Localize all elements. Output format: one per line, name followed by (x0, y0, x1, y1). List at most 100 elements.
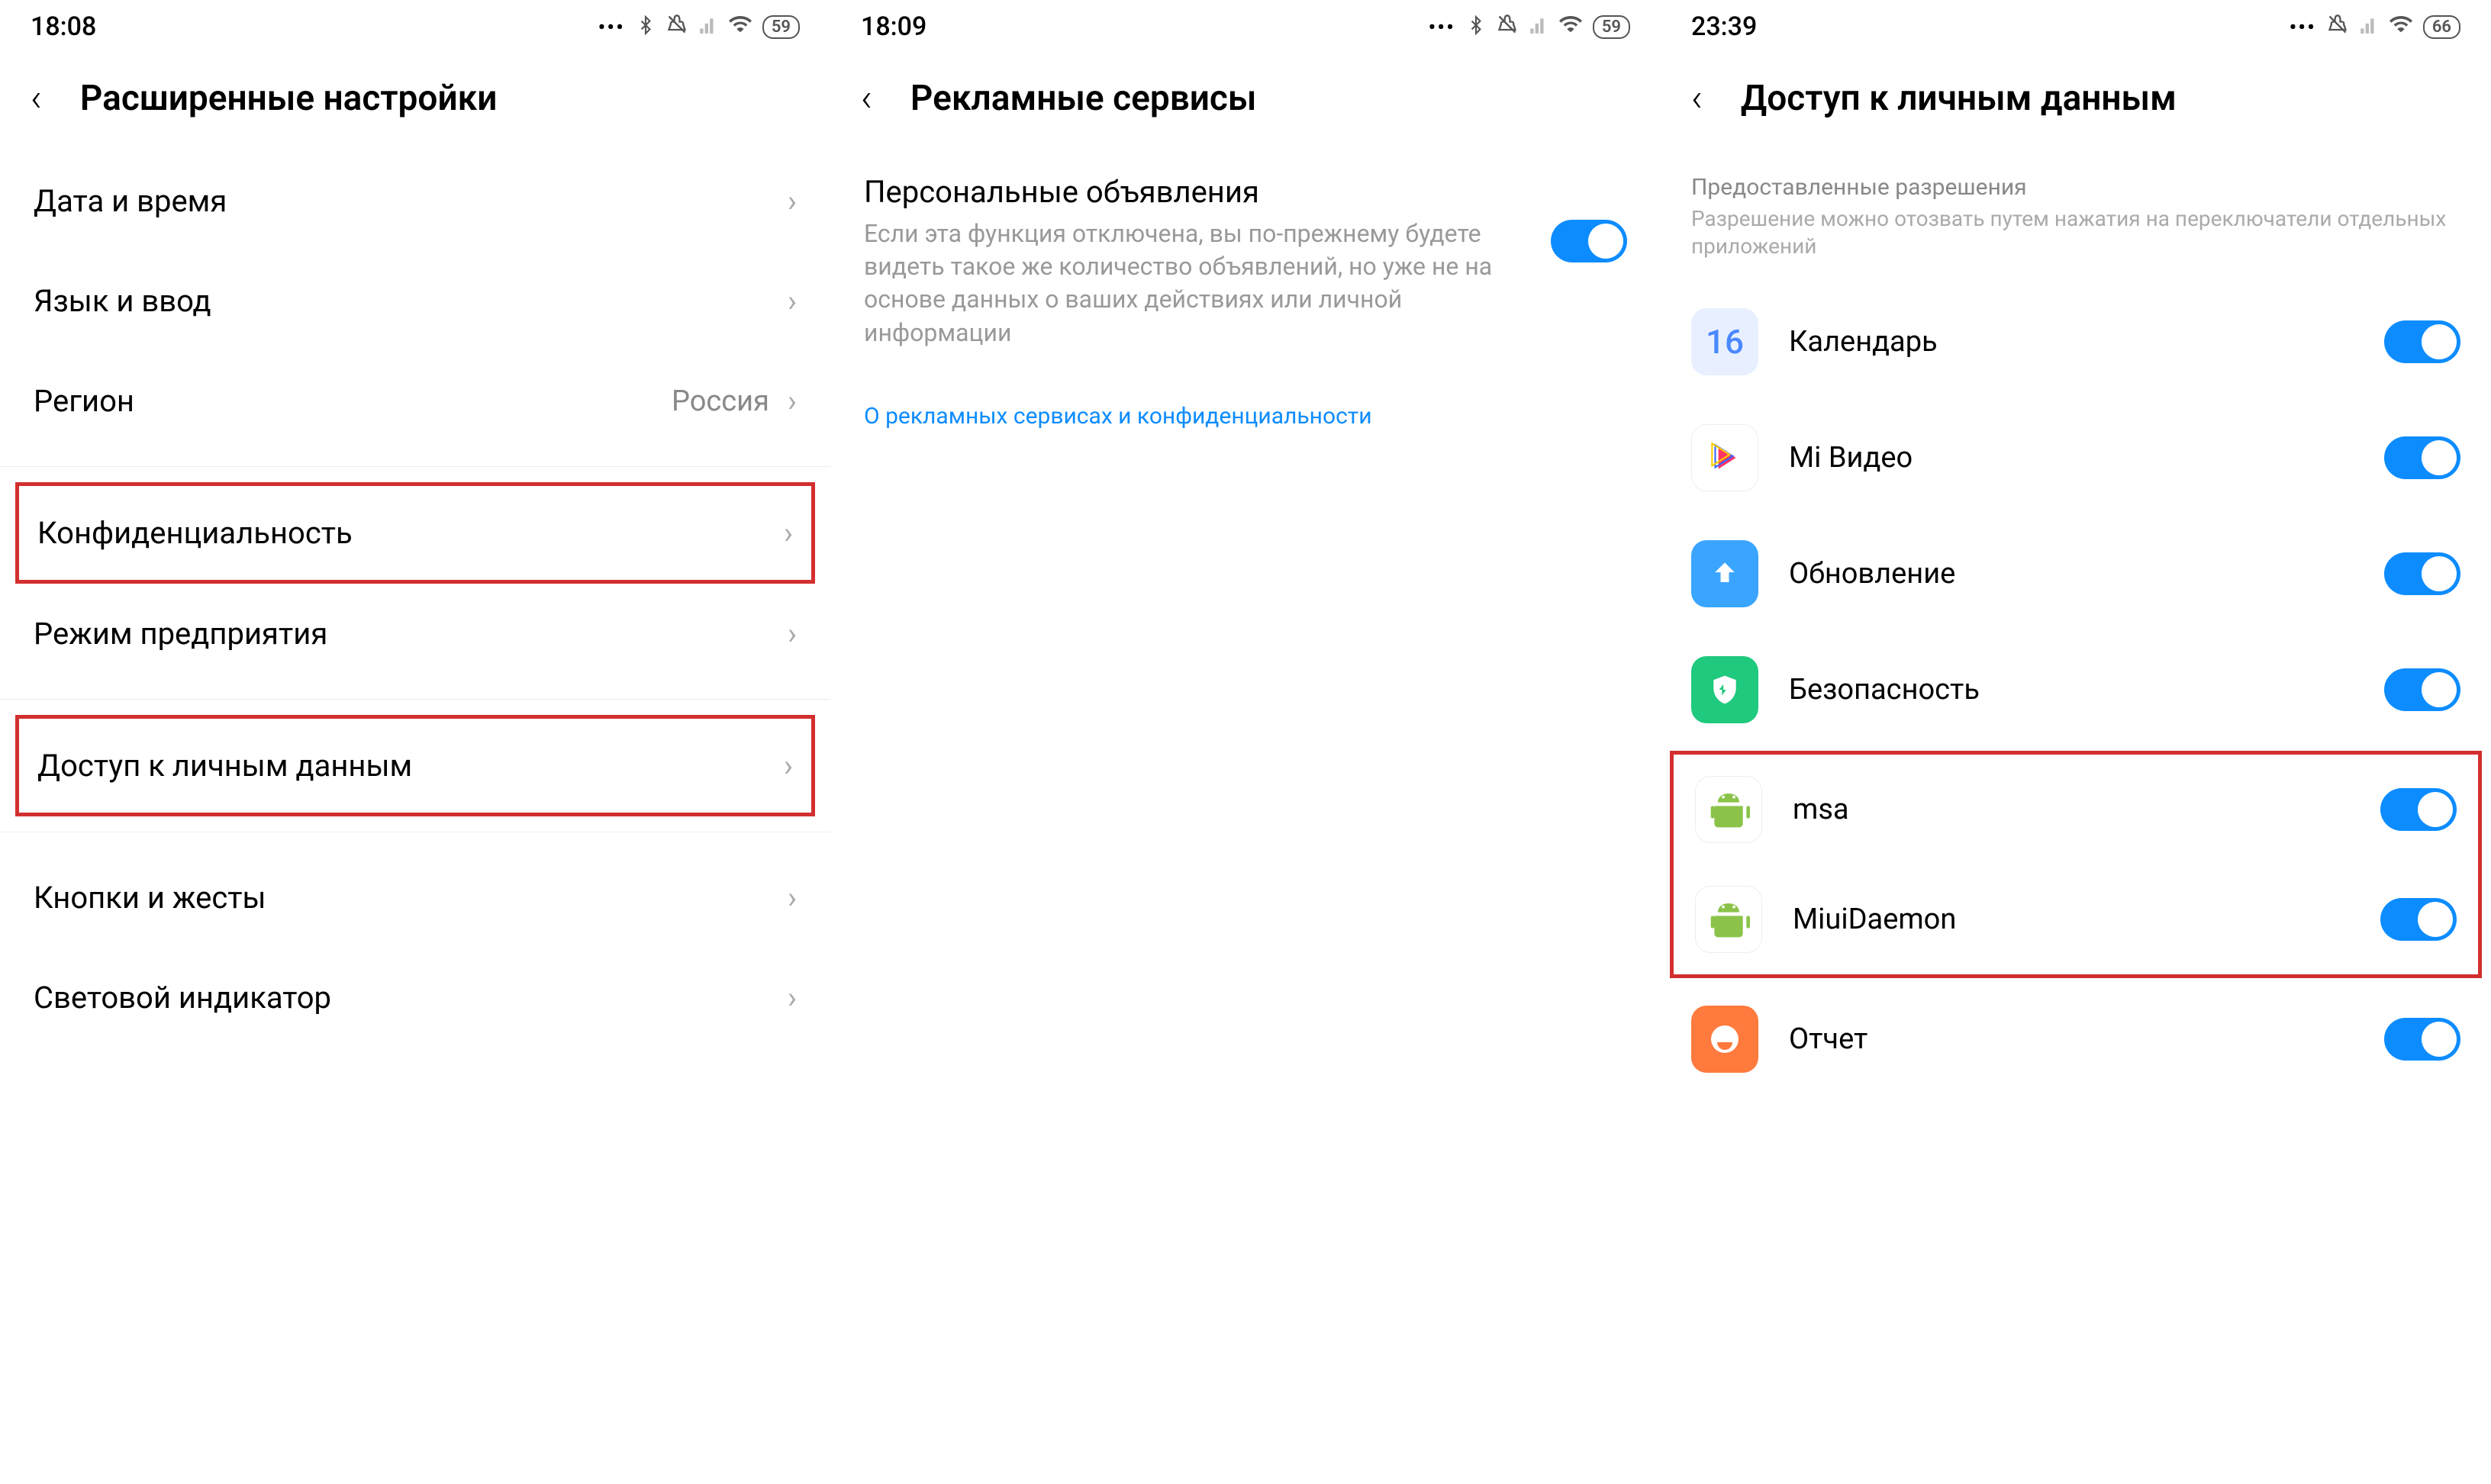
chevron-right-icon: › (788, 183, 797, 219)
back-button[interactable]: ‹ (31, 76, 42, 121)
toggle-switch[interactable] (2384, 1018, 2460, 1061)
row-personal-ads[interactable]: Персональные объявления Если эта функция… (830, 151, 1661, 365)
battery-indicator: 59 (762, 15, 800, 39)
page-header: ‹ Расширенные настройки (0, 53, 830, 151)
report-icon (1691, 1006, 1758, 1073)
page-title: Расширенные настройки (80, 78, 498, 119)
chevron-right-icon: › (788, 880, 797, 916)
more-icon: ••• (2289, 14, 2315, 40)
chevron-right-icon: › (784, 515, 793, 551)
toggle-switch[interactable] (2380, 788, 2457, 831)
row-label: Доступ к личным данным (37, 748, 784, 784)
wifi-icon (729, 11, 752, 42)
toggle-text: Персональные объявления Если эта функция… (864, 174, 1551, 349)
signal-icon (698, 11, 718, 42)
status-time: 18:09 (861, 11, 926, 42)
page-header: ‹ Доступ к личным данным (1661, 53, 2491, 151)
signal-icon (1529, 11, 1548, 42)
toggle-switch[interactable] (2380, 898, 2457, 941)
mute-icon (1497, 11, 1518, 42)
row-label: Световой индикатор (34, 980, 788, 1016)
app-name: Безопасность (1789, 673, 2384, 707)
battery-indicator: 66 (2423, 15, 2460, 39)
status-icons: ••• 66 (2289, 11, 2460, 42)
row-datetime[interactable]: Дата и время › (0, 151, 830, 251)
status-bar: 18:09 ••• 59 (830, 0, 1661, 53)
screen-personal-data-access: 23:39 ••• 66 ‹ Доступ к личным данным Пр… (1661, 0, 2491, 1484)
row-label: Регион (34, 383, 672, 419)
divider (0, 466, 830, 467)
app-name: Календарь (1789, 325, 2384, 359)
row-enterprise[interactable]: Режим предприятия › (0, 584, 830, 684)
row-label: Конфиденциальность (37, 515, 784, 551)
status-icons: ••• 59 (598, 11, 800, 42)
app-name: Отчет (1789, 1022, 2384, 1056)
app-row-report[interactable]: Отчет (1661, 981, 2491, 1097)
row-label: Язык и ввод (34, 283, 788, 319)
screen-ad-services: 18:09 ••• 59 ‹ Рекламные сервисы Персона… (830, 0, 1661, 1484)
app-row-security[interactable]: Безопасность (1661, 632, 2491, 748)
row-led[interactable]: Световой индикатор › (0, 948, 830, 1048)
page-header: ‹ Рекламные сервисы (830, 53, 1661, 151)
toggle-switch[interactable] (2384, 668, 2460, 711)
app-row-update[interactable]: Обновление (1661, 516, 2491, 632)
section-header: Предоставленные разрешения (1661, 151, 2491, 205)
app-row-mivideo[interactable]: Mi Видео (1661, 400, 2491, 516)
app-name: Обновление (1789, 557, 2384, 591)
video-icon (1691, 424, 1758, 491)
app-row-msa[interactable]: msa (1674, 755, 2478, 864)
status-bar: 18:08 ••• 59 (0, 0, 830, 53)
wifi-icon (1559, 11, 1582, 42)
toggle-switch[interactable] (1551, 220, 1627, 262)
row-personal-data[interactable]: Доступ к личным данным › (19, 719, 811, 813)
back-button[interactable]: ‹ (861, 76, 872, 121)
row-buttons-gestures[interactable]: Кнопки и жесты › (0, 848, 830, 948)
status-time: 18:08 (31, 11, 96, 42)
privacy-link[interactable]: О рекламных сервисах и конфиденциальност… (830, 365, 1661, 468)
more-icon: ••• (598, 14, 624, 40)
divider (0, 699, 830, 700)
calendar-icon: 16 (1691, 308, 1758, 375)
toggle-switch[interactable] (2384, 320, 2460, 363)
row-label: Дата и время (34, 183, 788, 219)
android-icon (1695, 886, 1762, 953)
update-icon (1691, 540, 1758, 607)
bluetooth-icon (1466, 11, 1486, 42)
row-value: Россия (672, 385, 769, 418)
app-name: MiuiDaemon (1793, 903, 2380, 936)
row-privacy[interactable]: Конфиденциальность › (19, 486, 811, 580)
chevron-right-icon: › (784, 748, 793, 784)
mute-icon (2327, 11, 2348, 42)
row-label: Режим предприятия (34, 616, 788, 652)
highlight-msa-miuidaemon: msa MiuiDaemon (1670, 751, 2482, 978)
page-title: Доступ к личным данным (1741, 78, 2177, 119)
highlight-privacy: Конфиденциальность › (15, 482, 815, 584)
row-region[interactable]: Регион Россия › (0, 351, 830, 451)
more-icon: ••• (1428, 14, 1455, 40)
page-title: Рекламные сервисы (910, 78, 1257, 119)
mute-icon (666, 11, 688, 42)
toggle-switch[interactable] (2384, 436, 2460, 479)
app-row-miuidaemon[interactable]: MiuiDaemon (1674, 864, 2478, 974)
wifi-icon (2389, 11, 2412, 42)
status-time: 23:39 (1691, 11, 1757, 42)
signal-icon (2359, 11, 2379, 42)
app-name: Mi Видео (1789, 441, 2384, 475)
bluetooth-icon (636, 11, 656, 42)
app-row-calendar[interactable]: 16 Календарь (1661, 284, 2491, 400)
toggle-title: Персональные объявления (864, 174, 1520, 210)
section-subtitle: Разрешение можно отозвать путем нажатия … (1661, 205, 2491, 284)
back-button[interactable]: ‹ (1691, 76, 1703, 121)
highlight-personal-data: Доступ к личным данным › (15, 715, 815, 816)
toggle-switch[interactable] (2384, 552, 2460, 595)
shield-icon (1691, 656, 1758, 723)
row-label: Кнопки и жесты (34, 880, 788, 916)
app-name: msa (1793, 793, 2380, 826)
chevron-right-icon: › (788, 616, 797, 652)
row-language[interactable]: Язык и ввод › (0, 251, 830, 351)
status-bar: 23:39 ••• 66 (1661, 0, 2491, 53)
status-icons: ••• 59 (1428, 11, 1630, 42)
battery-indicator: 59 (1593, 15, 1630, 39)
chevron-right-icon: › (788, 283, 797, 319)
screen-advanced-settings: 18:08 ••• 59 ‹ Расширенные настройки Дат… (0, 0, 830, 1484)
